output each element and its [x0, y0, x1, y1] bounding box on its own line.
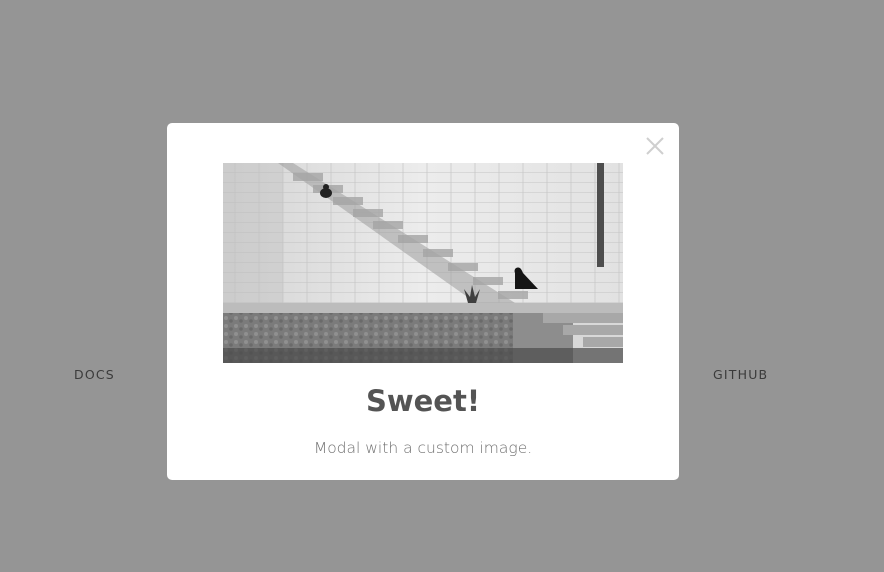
nav-link-docs[interactable]: DOCS	[74, 367, 115, 382]
stone-stairs-photo	[223, 163, 623, 363]
modal-image	[223, 163, 623, 363]
modal-title: Sweet!	[365, 384, 481, 418]
modal-text: Modal with a custom image.	[313, 439, 533, 457]
nav-link-github[interactable]: GITHUB	[713, 367, 768, 382]
close-button[interactable]	[645, 136, 665, 156]
modal-dialog: Sweet! Modal with a custom image.	[167, 123, 679, 480]
close-icon	[646, 137, 664, 155]
